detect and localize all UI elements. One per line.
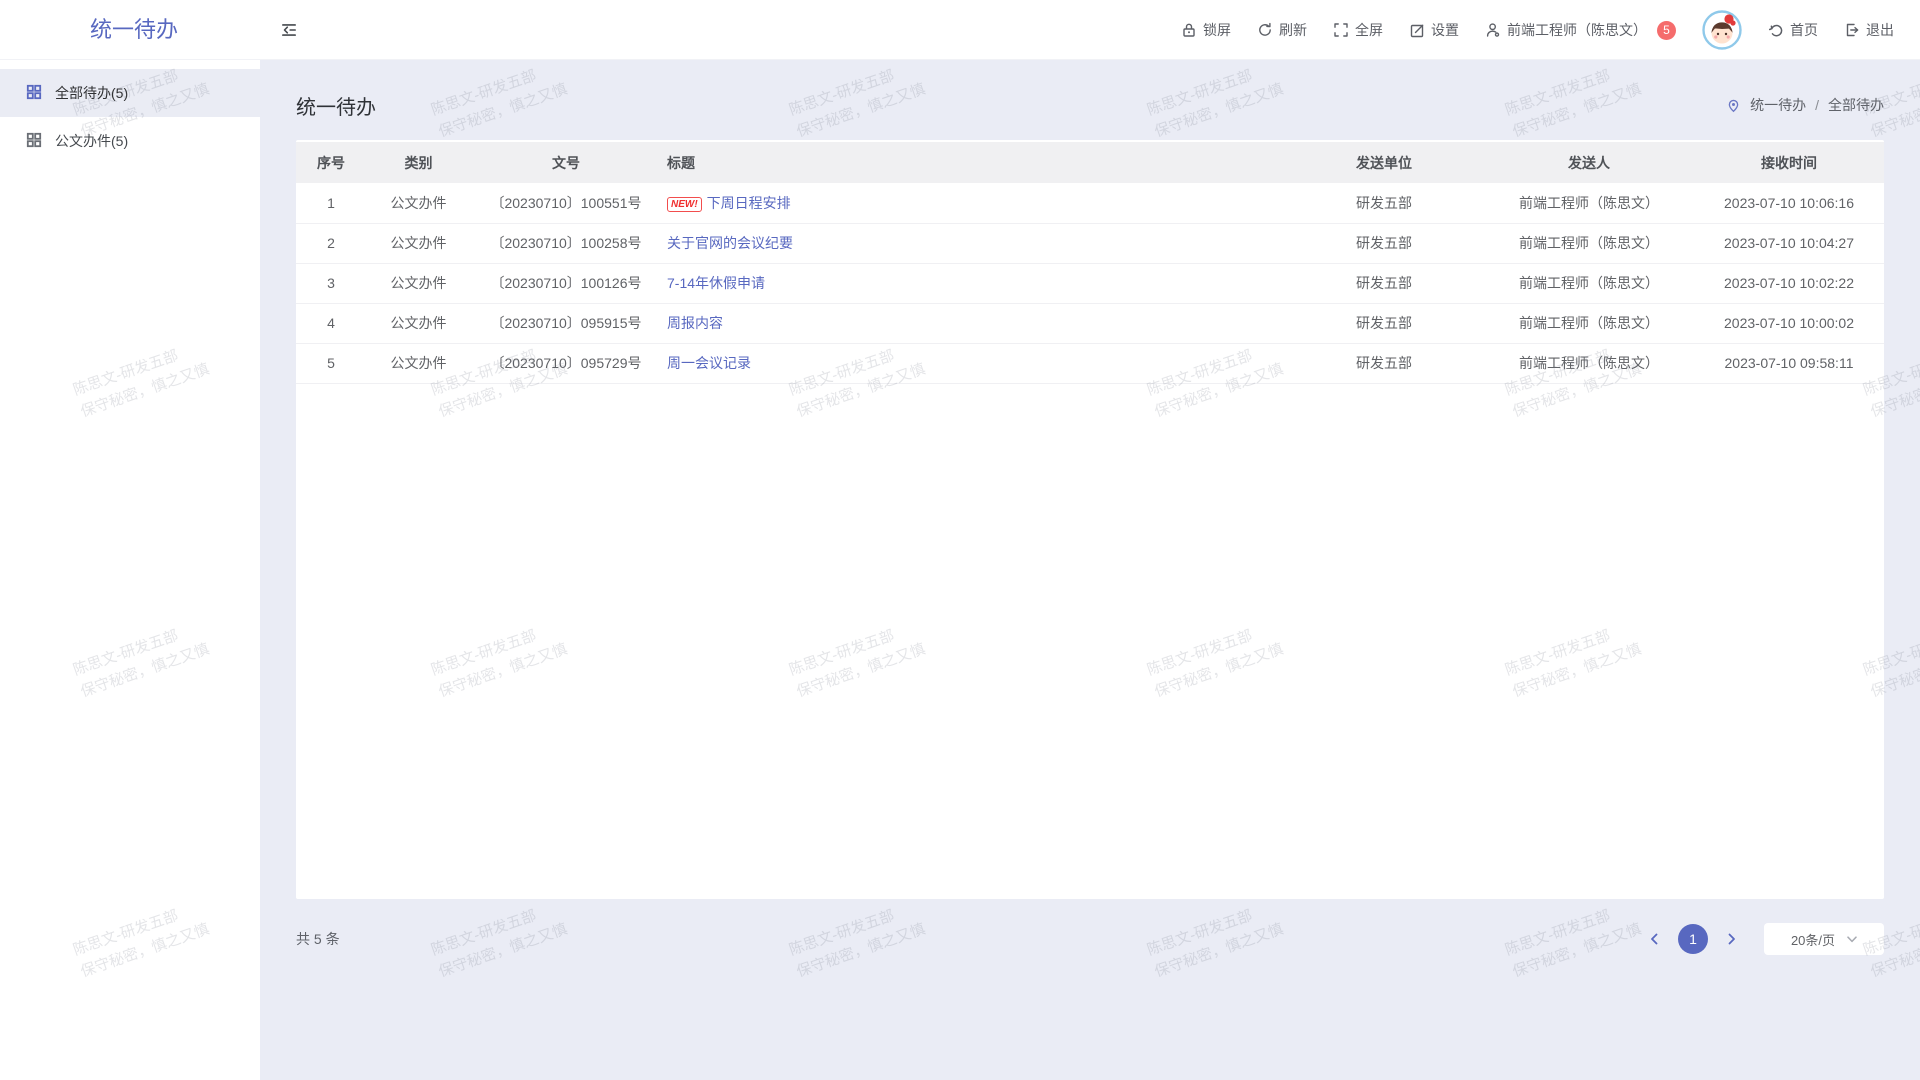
cell-sender: 前端工程师（陈思文）: [1484, 303, 1694, 343]
cell-received-at: 2023-07-10 10:06:16: [1694, 183, 1884, 223]
table-row: 4公文办件〔20230710〕095915号周报内容 研发五部前端工程师（陈思文）…: [296, 303, 1884, 343]
cell-title: 7-14年休假申请: [661, 263, 1284, 303]
table-row: 3公文办件〔20230710〕100126号 7-14年休假申请 研发五部前端工程师…: [296, 263, 1884, 303]
doc-title-link[interactable]: 周报内容: [667, 315, 723, 331]
cell-sender-unit: 研发五部: [1284, 223, 1484, 263]
cell-sender-unit: 研发五部: [1284, 303, 1484, 343]
cell-doc-no: 〔20230710〕100126号: [471, 263, 661, 303]
doc-title-link[interactable]: 下周日程安排: [707, 195, 791, 211]
cell-title: NEW! 下周日程安排: [661, 183, 1284, 223]
total-count: 共 5 条: [296, 929, 340, 949]
cell-category: 公文办件: [366, 343, 471, 383]
cell-no: 2: [296, 223, 366, 263]
cell-sender-unit: 研发五部: [1284, 183, 1484, 223]
next-page-button[interactable]: [1716, 924, 1746, 954]
cell-doc-no: 〔20230710〕095915号: [471, 303, 661, 343]
cell-no: 5: [296, 343, 366, 383]
user-menu[interactable]: 前端工程师（陈思文） 5: [1485, 20, 1676, 40]
cell-category: 公文办件: [366, 223, 471, 263]
fullscreen-icon: [1333, 22, 1349, 38]
sidebar-item-label: 公文办件(5): [55, 131, 128, 151]
cell-received-at: 2023-07-10 10:02:22: [1694, 263, 1884, 303]
sidebar: 全部待办(5) 公文办件(5): [0, 61, 260, 1080]
column-header-sender: 发送人: [1484, 142, 1694, 183]
sidebar-collapse-icon[interactable]: [280, 21, 298, 39]
user-icon: [1485, 22, 1501, 38]
cell-sender: 前端工程师（陈思文）: [1484, 223, 1694, 263]
cell-category: 公文办件: [366, 183, 471, 223]
lock-icon: [1181, 22, 1197, 38]
breadcrumb-separator: /: [1815, 97, 1819, 113]
table-row: 2公文办件〔20230710〕100258号关于官网的会议纪要 研发五部前端工程师…: [296, 223, 1884, 263]
page-size-select[interactable]: 20条/页: [1764, 923, 1884, 955]
app-logo[interactable]: 统一待办: [90, 0, 178, 60]
cell-sender: 前端工程师（陈思文）: [1484, 183, 1694, 223]
cell-no: 4: [296, 303, 366, 343]
sidebar-item-official-docs[interactable]: 公文办件(5): [0, 117, 260, 165]
logout-icon: [1844, 22, 1860, 38]
cell-title: 关于官网的会议纪要: [661, 223, 1284, 263]
page-title: 统一待办: [296, 91, 376, 120]
cell-sender: 前端工程师（陈思文）: [1484, 343, 1694, 383]
column-header-sender-unit: 发送单位: [1284, 142, 1484, 183]
sidebar-item-all-todo[interactable]: 全部待办(5): [0, 69, 260, 117]
new-badge: NEW!: [667, 197, 702, 212]
cell-doc-no: 〔20230710〕095729号: [471, 343, 661, 383]
doc-title-link[interactable]: 7-14年休假申请: [667, 275, 765, 291]
cell-received-at: 2023-07-10 10:04:27: [1694, 223, 1884, 263]
table-row: 1公文办件〔20230710〕100551号 NEW! 下周日程安排 研发五部前端工程…: [296, 183, 1884, 223]
home-button[interactable]: 首页: [1768, 20, 1818, 40]
cell-sender-unit: 研发五部: [1284, 343, 1484, 383]
cell-category: 公文办件: [366, 263, 471, 303]
table-row: 5公文办件〔20230710〕095729号周一会议记录 研发五部前端工程师（陈思…: [296, 343, 1884, 383]
breadcrumb-root[interactable]: 统一待办: [1750, 95, 1806, 115]
main-content: 统一待办 统一待办 / 全部待办 序号 类别 文号: [260, 60, 1920, 1080]
cell-category: 公文办件: [366, 303, 471, 343]
todo-table: 序号 类别 文号 标题 发送单位 发送人 接收时间 1公文办件〔20230710…: [296, 142, 1884, 384]
logout-button[interactable]: 退出: [1844, 20, 1894, 40]
column-header-category: 类别: [366, 142, 471, 183]
doc-title-link[interactable]: 周一会议记录: [667, 355, 751, 371]
cell-doc-no: 〔20230710〕100551号: [471, 183, 661, 223]
chevron-down-icon: [1847, 936, 1857, 943]
cell-received-at: 2023-07-10 10:00:02: [1694, 303, 1884, 343]
cell-title: 周报内容: [661, 303, 1284, 343]
cell-title: 周一会议记录: [661, 343, 1284, 383]
cell-received-at: 2023-07-10 09:58:11: [1694, 343, 1884, 383]
grid-icon: [26, 132, 42, 151]
settings-icon: [1409, 22, 1425, 38]
page-number-button[interactable]: 1: [1678, 924, 1708, 954]
todo-count-badge: 5: [1657, 21, 1676, 40]
breadcrumb: 统一待办 / 全部待办: [1726, 95, 1884, 115]
todo-table-card: 序号 类别 文号 标题 发送单位 发送人 接收时间 1公文办件〔20230710…: [296, 140, 1884, 899]
column-header-doc-no: 文号: [471, 142, 661, 183]
avatar[interactable]: [1702, 10, 1742, 50]
location-pin-icon: [1726, 98, 1741, 113]
grid-icon: [26, 84, 42, 103]
header-toolbar: 锁屏 刷新 全屏 设置: [1181, 0, 1894, 60]
pagination-bar: 共 5 条 1 20条/页: [296, 923, 1884, 955]
cell-no: 3: [296, 263, 366, 303]
table-body: 1公文办件〔20230710〕100551号NEW!下周日程安排研发五部前端工程…: [296, 183, 1884, 383]
column-header-no: 序号: [296, 142, 366, 183]
refresh-button[interactable]: 刷新: [1257, 20, 1307, 40]
app-header: 统一待办 锁屏 刷新: [0, 0, 1920, 60]
breadcrumb-current: 全部待办: [1828, 95, 1884, 115]
user-name: 前端工程师（陈思文）: [1507, 20, 1647, 40]
prev-page-button[interactable]: [1640, 924, 1670, 954]
undo-home-icon: [1768, 22, 1784, 38]
column-header-received-at: 接收时间: [1694, 142, 1884, 183]
table-header-row: 序号 类别 文号 标题 发送单位 发送人 接收时间: [296, 142, 1884, 183]
cell-sender: 前端工程师（陈思文）: [1484, 263, 1694, 303]
column-header-title: 标题: [661, 142, 1284, 183]
cell-doc-no: 〔20230710〕100258号: [471, 223, 661, 263]
refresh-icon: [1257, 22, 1273, 38]
sidebar-item-label: 全部待办(5): [55, 83, 128, 103]
lock-screen-button[interactable]: 锁屏: [1181, 20, 1231, 40]
cell-sender-unit: 研发五部: [1284, 263, 1484, 303]
fullscreen-button[interactable]: 全屏: [1333, 20, 1383, 40]
doc-title-link[interactable]: 关于官网的会议纪要: [667, 235, 793, 251]
settings-button[interactable]: 设置: [1409, 20, 1459, 40]
cell-no: 1: [296, 183, 366, 223]
